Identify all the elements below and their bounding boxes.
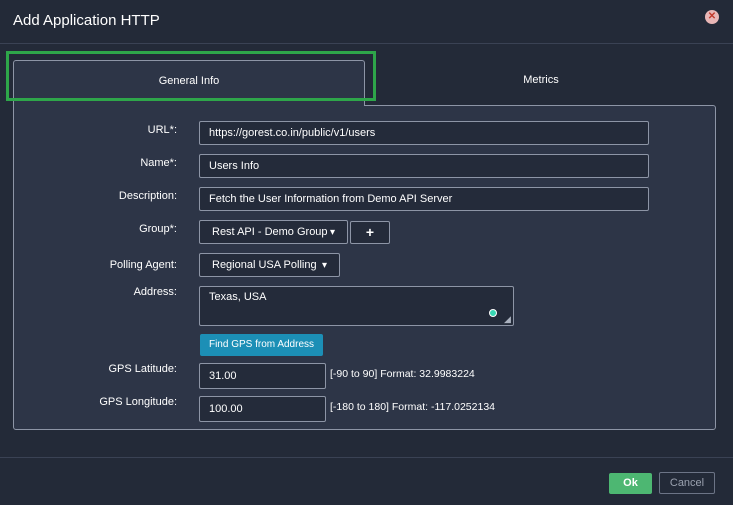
tab-general-info-label: General Info [158, 75, 220, 87]
address-textarea[interactable]: Texas, USA [199, 286, 514, 326]
latitude-hint: [-90 to 90] Format: 32.9983224 [330, 368, 475, 380]
address-label: Address: [133, 286, 177, 298]
tab-general-info[interactable]: General Info [13, 60, 365, 106]
close-icon[interactable]: ✕ [705, 10, 719, 24]
description-field[interactable]: Fetch the User Information from Demo API… [199, 187, 649, 211]
add-group-button[interactable]: + [350, 221, 390, 244]
longitude-label: GPS Longitude: [99, 396, 177, 408]
dialog-header: Add Application HTTP ✕ [0, 0, 733, 44]
longitude-hint: [-180 to 180] Format: -117.0252134 [330, 401, 495, 413]
general-info-panel: URL*: https://gorest.co.in/public/v1/use… [13, 105, 716, 430]
add-application-dialog: Add Application HTTP ✕ General Info Metr… [0, 0, 733, 505]
address-value: Texas, USA [209, 291, 267, 303]
tab-metrics[interactable]: Metrics [366, 60, 716, 105]
polling-agent-select[interactable]: Regional USA Polling ▾ [199, 253, 340, 277]
find-gps-button[interactable]: Find GPS from Address [200, 334, 323, 356]
ok-button[interactable]: Ok [609, 473, 652, 494]
footer-divider [0, 457, 733, 458]
resize-handle-icon[interactable]: ◢ [504, 314, 511, 325]
latitude-field[interactable]: 31.00 [199, 363, 326, 389]
polling-agent-label: Polling Agent: [109, 259, 177, 271]
url-field[interactable]: https://gorest.co.in/public/v1/users [199, 121, 649, 145]
cancel-button[interactable]: Cancel [659, 472, 715, 494]
chevron-down-icon: ▾ [329, 226, 335, 238]
group-label: Group*: [139, 223, 177, 235]
url-label: URL*: [147, 124, 177, 136]
name-label: Name*: [140, 157, 177, 169]
latitude-label: GPS Latitude: [108, 363, 178, 375]
name-value: Users Info [209, 160, 260, 172]
status-dot [489, 309, 497, 317]
group-value: Rest API - Demo Group [212, 226, 328, 238]
group-select[interactable]: Rest API - Demo Group ▾ [199, 220, 348, 244]
tab-metrics-label: Metrics [523, 74, 559, 86]
dialog-title: Add Application HTTP [13, 12, 160, 29]
latitude-value: 31.00 [209, 370, 237, 382]
description-value: Fetch the User Information from Demo API… [209, 193, 453, 205]
description-label: Description: [118, 190, 177, 202]
plus-icon: + [365, 224, 375, 240]
url-value: https://gorest.co.in/public/v1/users [209, 127, 376, 139]
name-field[interactable]: Users Info [199, 154, 649, 178]
polling-agent-value: Regional USA Polling [212, 259, 317, 271]
longitude-field[interactable]: 100.00 [199, 396, 326, 422]
longitude-value: 100.00 [209, 403, 243, 415]
chevron-down-icon: ▾ [321, 259, 327, 271]
